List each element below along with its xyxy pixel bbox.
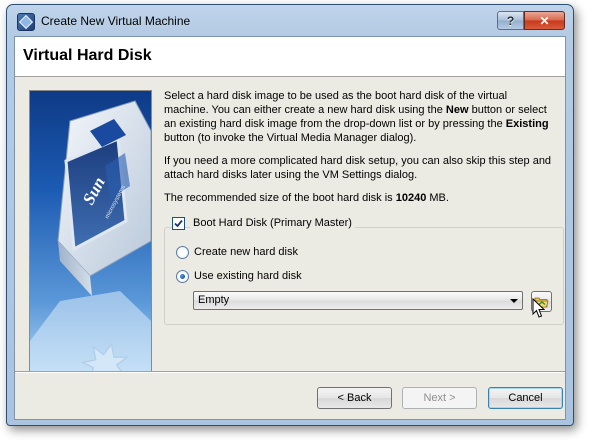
dialog-window: Create New Virtual Machine ? ✕ Virtual H… — [6, 4, 574, 426]
hard-disk-dropdown-value: Empty — [198, 294, 230, 306]
description-paragraph-2: If you need a more complicated hard disk… — [164, 155, 552, 181]
title-bar[interactable]: Create New Virtual Machine ? ✕ — [7, 5, 573, 37]
close-button[interactable]: ✕ — [524, 11, 565, 30]
virtualbox-cube-illustration: Sun microsystems — [30, 100, 151, 372]
page-header: Virtual Hard Disk — [15, 37, 565, 77]
close-icon: ✕ — [539, 13, 550, 28]
radio-selected-dot — [180, 274, 185, 279]
next-button[interactable]: Next > — [402, 387, 477, 409]
description-text: Select a hard disk image to be used as t… — [164, 89, 552, 214]
boot-hard-disk-label[interactable]: Boot Hard Disk (Primary Master) — [190, 217, 355, 229]
checkmark-icon — [174, 219, 183, 228]
dialog-body: Virtual Hard Disk Sun microsystems Selec… — [14, 36, 566, 420]
use-existing-disk-radio[interactable] — [176, 270, 189, 283]
recommended-size-text: The recommended size of the boot hard di… — [164, 192, 449, 204]
window-title: Create New Virtual Machine — [41, 14, 191, 28]
cancel-button[interactable]: Cancel — [488, 387, 563, 409]
help-button[interactable]: ? — [497, 11, 524, 30]
description-paragraph-1: Select a hard disk image to be used as t… — [164, 90, 549, 144]
back-button[interactable]: < Back — [317, 387, 392, 409]
recommended-size-value: 10240 — [395, 192, 427, 204]
create-new-disk-label[interactable]: Create new hard disk — [194, 246, 298, 258]
footer-divider — [15, 371, 565, 373]
virtualbox-app-icon — [17, 13, 35, 31]
mouse-cursor-icon — [532, 298, 546, 318]
page-title: Virtual Hard Disk — [23, 47, 152, 64]
create-new-disk-radio[interactable] — [176, 246, 189, 259]
wizard-banner-image: Sun microsystems — [29, 90, 152, 373]
hard-disk-dropdown[interactable]: Empty — [193, 291, 523, 310]
chevron-down-icon — [510, 299, 518, 303]
boot-hard-disk-checkbox[interactable] — [172, 217, 185, 230]
use-existing-disk-label[interactable]: Use existing hard disk — [194, 270, 302, 282]
